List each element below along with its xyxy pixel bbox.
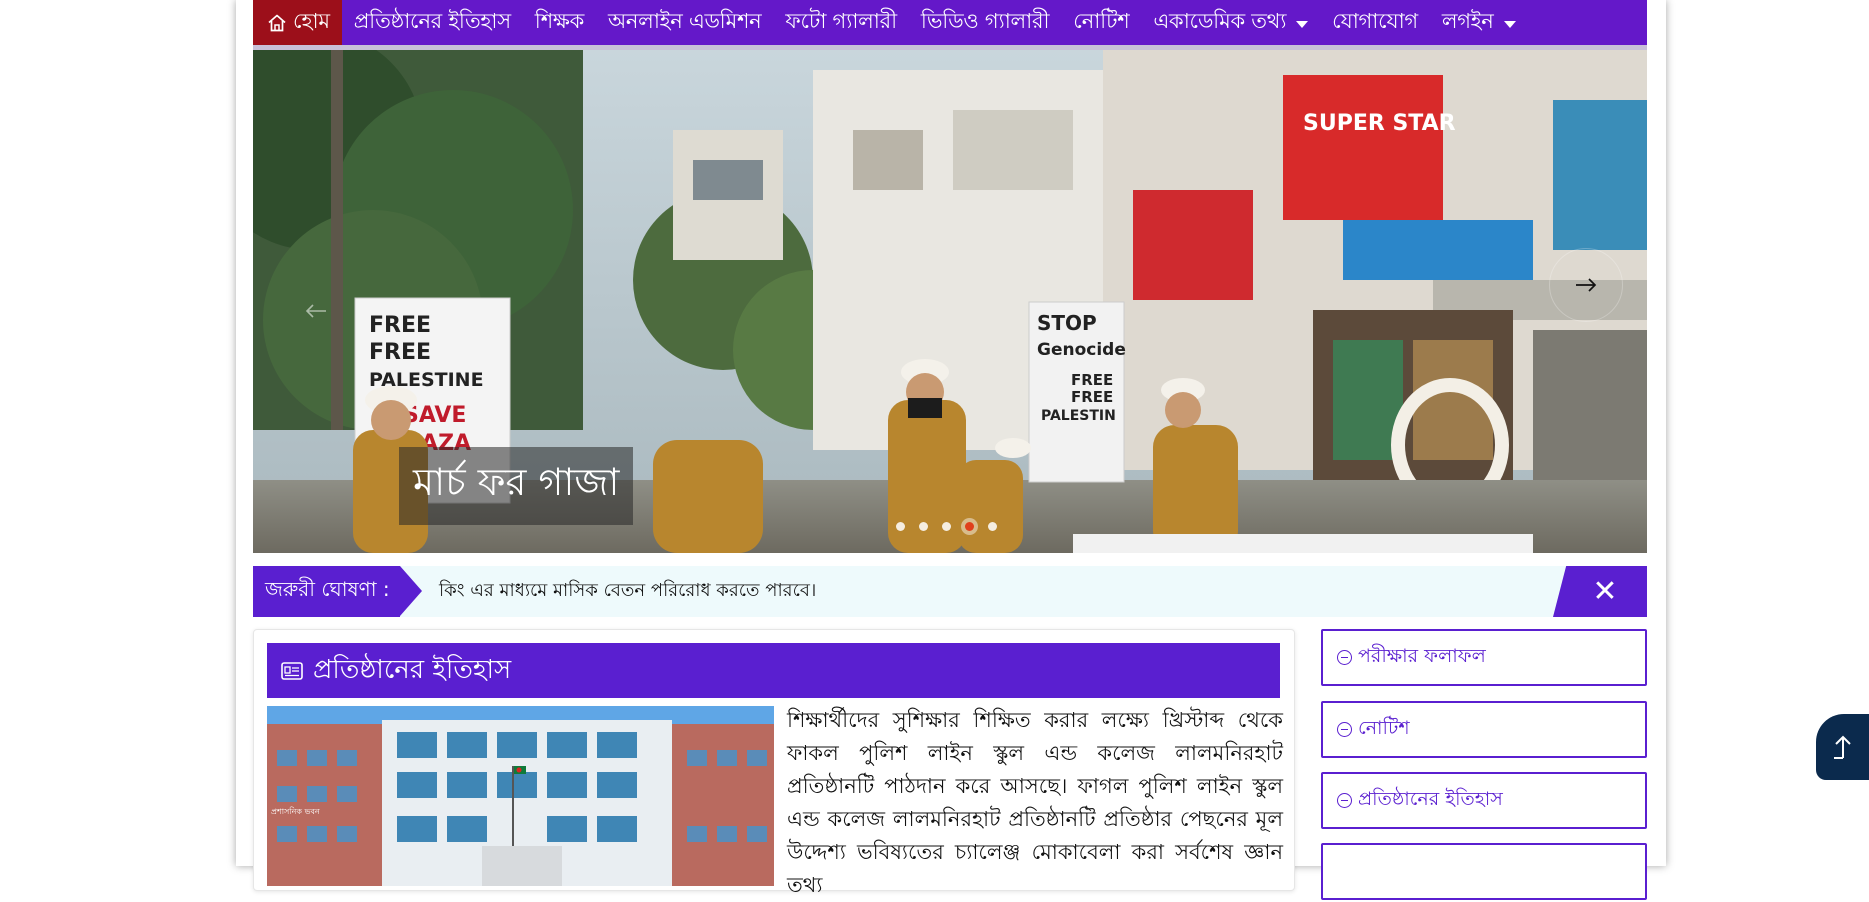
nav-label: প্রতিষ্ঠানের ইতিহাস <box>353 9 511 33</box>
nav-label: অনলাইন এডমিশন <box>608 9 762 33</box>
sign-text: FREE <box>369 340 431 365</box>
slider-dot[interactable] <box>988 522 997 531</box>
announcement-ticker: কিং এর মাধ্যমে মাসিক বেতন পরিরোধ করতে পা… <box>253 566 1647 617</box>
slider-dot-active[interactable] <box>965 522 974 531</box>
sign-text: PALESTIN <box>1041 408 1116 424</box>
main-navbar: হোম প্রতিষ্ঠানের ইতিহাস শিক্ষক অনলাইন এড… <box>253 0 1647 50</box>
slider-dots <box>896 522 997 531</box>
ticker-label: জরুরী ঘোষণা : <box>253 566 400 617</box>
close-icon: ✕ <box>1592 574 1618 609</box>
nav-label: যোগাযোগ <box>1332 9 1418 33</box>
nav-item-video-gallery[interactable]: ভিডিও গ্যালারী <box>909 0 1061 45</box>
nav-item-academic-info[interactable]: একাডেমিক তথ্য <box>1141 0 1320 45</box>
arrow-up-icon <box>1833 735 1851 759</box>
nav-label: লগইন <box>1441 9 1494 33</box>
nav-item-home[interactable]: হোম <box>253 0 342 45</box>
nav-item-online-admission[interactable]: অনলাইন এডমিশন <box>596 0 773 45</box>
nav-label: হোম <box>293 9 330 33</box>
history-panel: প্রতিষ্ঠানের ইতিহাস প্রশাসনিক ভবন শিক্ষা… <box>253 629 1295 897</box>
ticker-label-arrow <box>400 566 422 616</box>
sidebar-item-label: পরীক্ষার ফলাফল <box>1358 644 1486 667</box>
school-building-image: প্রশাসনিক ভবন <box>267 706 774 886</box>
hero-slider[interactable]: SUPER STAR FREE FREE PALESTINE SAVE GAZA… <box>253 50 1647 553</box>
nav-label: শিক্ষক <box>534 9 585 33</box>
sidebar-item-history[interactable]: প্রতিষ্ঠানের ইতিহাস <box>1321 772 1647 829</box>
nav-label: একাডেমিক তথ্য <box>1153 9 1287 33</box>
sign-text: FREE <box>369 313 431 338</box>
sign-text: FREE <box>1071 388 1113 406</box>
minus-circle-icon <box>1337 793 1352 808</box>
sidebar-item-notice[interactable]: নোটিশ <box>1321 701 1647 758</box>
panel-title: প্রতিষ্ঠানের ইতিহাস <box>313 654 512 685</box>
slider-dot[interactable] <box>942 522 951 531</box>
sign-text: STOP <box>1037 311 1097 335</box>
sign-text: FREE <box>1071 371 1113 389</box>
nav-item-photo-gallery[interactable]: ফটো গ্যালারী <box>773 0 908 45</box>
nav-item-contact[interactable]: যোগাযোগ <box>1320 0 1430 45</box>
nav-item-notice[interactable]: নোটিশ <box>1061 0 1141 45</box>
nav-label: ভিডিও গ্যালারী <box>920 9 1050 33</box>
sidebar-item-exam-results[interactable]: পরীক্ষার ফলাফল <box>1321 629 1647 686</box>
panel-header: প্রতিষ্ঠানের ইতিহাস <box>267 643 1280 698</box>
sidebar-item-partial[interactable] <box>1321 843 1647 900</box>
page-container: হোম প্রতিষ্ঠানের ইতিহাস শিক্ষক অনলাইন এড… <box>236 0 1666 900</box>
minus-circle-icon <box>1337 722 1352 737</box>
ticker-close-button[interactable]: ✕ <box>1553 566 1647 617</box>
building-sign: প্রশাসনিক ভবন <box>271 807 320 816</box>
slider-prev-button[interactable] <box>301 296 331 326</box>
sign-text: Genocide <box>1037 340 1126 360</box>
caret-down-icon <box>1296 21 1309 28</box>
slider-next-button[interactable] <box>1549 248 1623 322</box>
nav-item-teachers[interactable]: শিক্ষক <box>523 0 596 45</box>
history-description: শিক্ষার্থীদের সুশিক্ষার শিক্ষিত করার লক্… <box>787 708 1283 897</box>
slider-dot[interactable] <box>919 522 928 531</box>
minus-circle-icon <box>1337 650 1352 665</box>
nav-item-login[interactable]: লগইন <box>1430 0 1528 45</box>
caret-down-icon <box>1503 21 1516 28</box>
store-sign: SUPER STAR <box>1303 111 1456 136</box>
sidebar-item-label: প্রতিষ্ঠানের ইতিহাস <box>1358 787 1503 810</box>
back-to-top-button[interactable] <box>1816 714 1869 780</box>
nav-label: নোটিশ <box>1073 9 1130 33</box>
home-icon <box>268 14 286 31</box>
nav-item-history[interactable]: প্রতিষ্ঠানের ইতিহাস <box>342 0 523 45</box>
id-card-icon <box>281 661 303 680</box>
nav-label: ফটো গ্যালারী <box>785 9 897 33</box>
sidebar-item-label: নোটিশ <box>1358 716 1410 739</box>
slider-dot[interactable] <box>896 522 905 531</box>
arrow-left-icon <box>305 304 326 318</box>
ticker-text[interactable]: কিং এর মাধ্যমে মাসিক বেতন পরিরোধ করতে পা… <box>439 566 816 617</box>
slide-caption: মার্চ ফর গাজা <box>399 447 634 525</box>
arrow-right-icon <box>1576 278 1597 292</box>
